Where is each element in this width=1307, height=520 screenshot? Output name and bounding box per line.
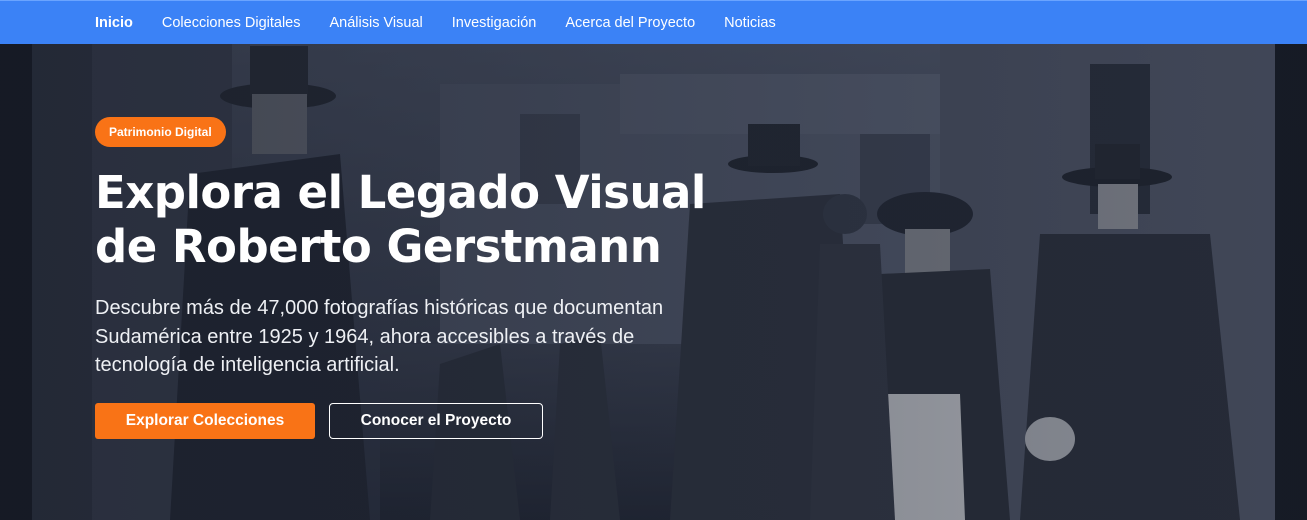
hero-content: Patrimonio Digital Explora el Legado Vis… [95, 117, 815, 439]
hero-description-line-3: tecnología de inteligencia artificial. [95, 354, 400, 376]
hero-actions: Explorar Colecciones Conocer el Proyecto [95, 402, 815, 439]
hero-title-line-2: de Roberto Gerstmann [95, 220, 662, 273]
hero-title: Explora el Legado Visual de Roberto Gers… [95, 166, 815, 274]
hero-description: Descubre más de 47,000 fotografías histó… [95, 294, 755, 380]
explore-collections-button[interactable]: Explorar Colecciones [95, 402, 315, 439]
nav-item-acerca-del-proyecto[interactable]: Acerca del Proyecto [565, 15, 695, 31]
category-badge: Patrimonio Digital [95, 117, 226, 147]
nav-item-colecciones-digitales[interactable]: Colecciones Digitales [162, 15, 301, 31]
learn-project-button[interactable]: Conocer el Proyecto [329, 402, 543, 439]
nav-item-inicio[interactable]: Inicio [95, 15, 133, 31]
nav-item-investigacion[interactable]: Investigación [452, 15, 537, 31]
hero-title-line-1: Explora el Legado Visual [95, 166, 706, 219]
top-navigation: Inicio Colecciones Digitales Análisis Vi… [0, 0, 1307, 44]
nav-item-noticias[interactable]: Noticias [724, 15, 776, 31]
hero-description-line-2: Sudamérica entre 1925 y 1964, ahora acce… [95, 325, 635, 348]
hero-description-line-1: Descubre más de 47,000 fotografías histó… [95, 297, 664, 319]
nav-item-analisis-visual[interactable]: Análisis Visual [330, 15, 423, 31]
hero-section: Patrimonio Digital Explora el Legado Vis… [0, 44, 1307, 520]
